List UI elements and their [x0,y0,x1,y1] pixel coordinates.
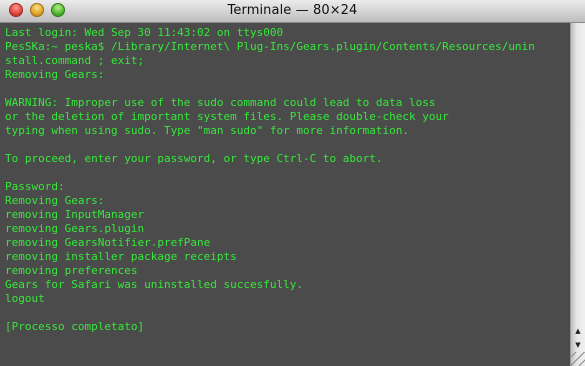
terminal-line: Password: [5,180,65,193]
terminal-line: To proceed, enter your password, or type… [5,152,383,165]
terminal-line: removing preferences [5,264,138,277]
window-title: Terminale — 80×24 [227,3,358,18]
terminal-line: removing Gears.plugin [5,222,145,235]
title-bar[interactable]: Terminale — 80×24 [0,0,585,23]
scroll-up-arrow-icon[interactable]: ▲ [571,324,585,338]
terminal-line: removing GearsNotifier.prefPane [5,236,211,249]
terminal-output[interactable]: Last login: Wed Sep 30 11:43:02 on ttys0… [0,23,570,366]
scroll-down-arrow-icon[interactable]: ▼ [571,338,585,352]
terminal-line: Last login: Wed Sep 30 11:43:02 on ttys0… [5,26,284,39]
terminal-line: or the deletion of important system file… [5,110,449,123]
terminal-window: Terminale — 80×24 Last login: Wed Sep 30… [0,0,585,366]
terminal-line: WARNING: Improper use of the sudo comman… [5,96,436,109]
terminal-line: [Processo completato] [5,320,145,333]
terminal-line: stall.command ; exit; [5,54,145,67]
resize-grip-icon[interactable] [571,352,585,366]
terminal-line: Removing Gears: [5,68,105,81]
terminal-line: removing installer package receipts [5,250,237,263]
terminal-line: typing when using sudo. Type "man sudo" … [5,124,409,137]
terminal-line: removing InputManager [5,208,145,221]
terminal-line: logout [5,292,45,305]
terminal-line: Removing Gears: [5,194,105,207]
terminal-line: PesSKa:~ peska$ /Library/Internet\ Plug-… [5,40,535,53]
terminal-line: Gears for Safari was uninstalled succesf… [5,278,304,291]
vertical-scrollbar[interactable]: ▲ ▼ [570,23,585,366]
